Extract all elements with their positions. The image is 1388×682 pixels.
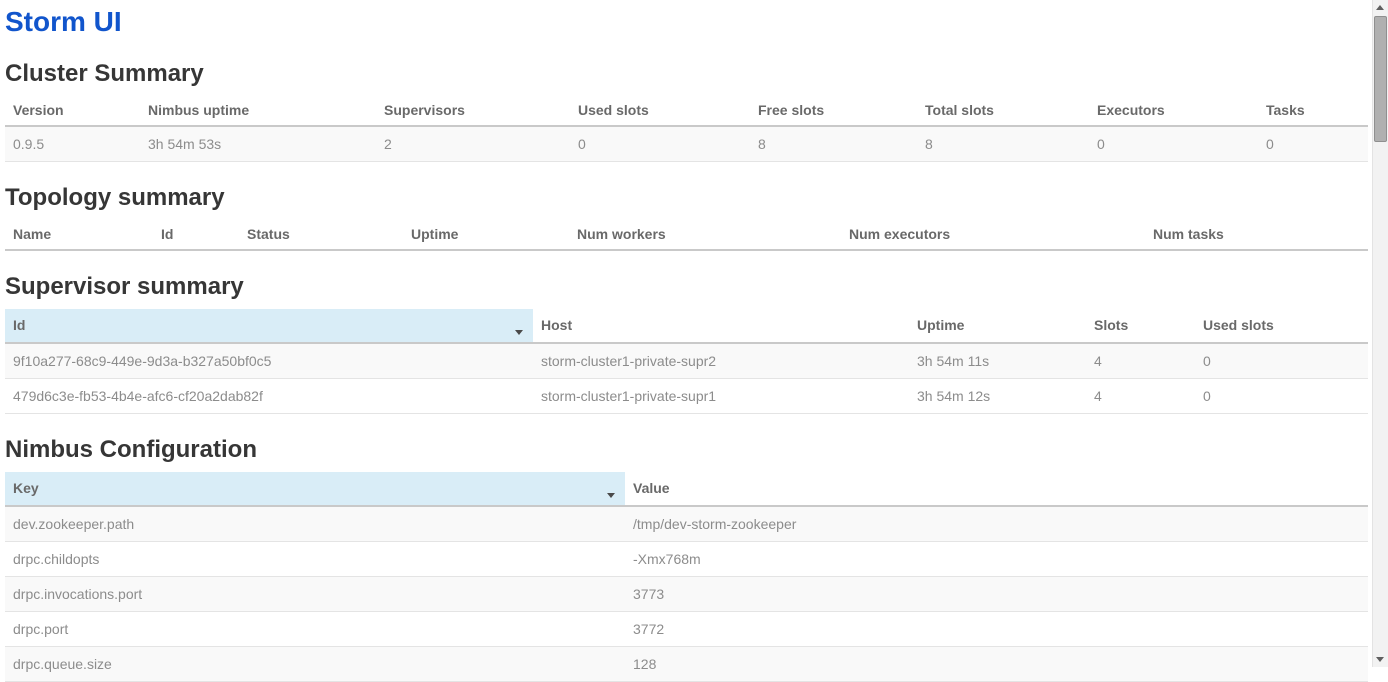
column-header-num-workers[interactable]: Num workers <box>569 220 841 250</box>
supervisor-row: 9f10a277-68c9-449e-9d3a-b327a50bf0c5 sto… <box>5 343 1368 379</box>
config-key: dev.zookeeper.path <box>5 506 625 542</box>
supervisor-used-slots-value: 0 <box>1195 379 1368 414</box>
topology-summary-header-row: Name Id Status Uptime Num workers Num ex… <box>5 220 1368 250</box>
cluster-summary-table: Version Nimbus uptime Supervisors Used s… <box>5 96 1368 162</box>
cluster-summary-heading: Cluster Summary <box>5 60 1368 88</box>
config-row: dev.zookeeper.path /tmp/dev-storm-zookee… <box>5 506 1368 542</box>
arrow-down-icon <box>1376 657 1384 662</box>
cluster-nimbus-uptime-value: 3h 54m 53s <box>140 126 376 162</box>
supervisor-used-slots-value: 0 <box>1195 343 1368 379</box>
column-header-free-slots[interactable]: Free slots <box>750 96 917 126</box>
cluster-used-slots-value: 0 <box>570 126 750 162</box>
nimbus-configuration-table: Key Value dev.zookeeper.path /tmp/dev-st… <box>5 472 1368 682</box>
column-header-supervisor-used-slots[interactable]: Used slots <box>1195 309 1368 343</box>
column-header-value[interactable]: Value <box>625 472 1368 506</box>
column-header-supervisor-id-label: Id <box>13 317 25 333</box>
storm-ui-home-link[interactable]: Storm UI <box>5 6 122 37</box>
supervisor-summary-table: Id Host Uptime Slots Used slots 9f10a277… <box>5 309 1368 414</box>
topology-summary-heading: Topology summary <box>5 184 1368 212</box>
supervisor-uptime-value: 3h 54m 11s <box>909 343 1086 379</box>
supervisor-host-value: storm-cluster1-private-supr2 <box>533 343 909 379</box>
config-value: 128 <box>625 647 1368 682</box>
supervisor-id-value: 479d6c3e-fb53-4b4e-afc6-cf20a2dab82f <box>5 379 533 414</box>
column-header-host[interactable]: Host <box>533 309 909 343</box>
column-header-supervisor-id[interactable]: Id <box>5 309 533 343</box>
cluster-supervisors-value: 2 <box>376 126 570 162</box>
topology-summary-table: Name Id Status Uptime Num workers Num ex… <box>5 220 1368 251</box>
supervisor-uptime-value: 3h 54m 12s <box>909 379 1086 414</box>
cluster-free-slots-value: 8 <box>750 126 917 162</box>
sort-descending-icon <box>607 493 615 498</box>
column-header-num-tasks[interactable]: Num tasks <box>1145 220 1368 250</box>
supervisor-summary-heading: Supervisor summary <box>5 273 1368 301</box>
config-key: drpc.port <box>5 612 625 647</box>
column-header-name[interactable]: Name <box>5 220 153 250</box>
column-header-key[interactable]: Key <box>5 472 625 506</box>
config-key: drpc.childopts <box>5 542 625 577</box>
scroll-down-button[interactable] <box>1373 652 1388 667</box>
column-header-id[interactable]: Id <box>153 220 239 250</box>
config-value: -Xmx768m <box>625 542 1368 577</box>
supervisor-row: 479d6c3e-fb53-4b4e-afc6-cf20a2dab82f sto… <box>5 379 1368 414</box>
config-row: drpc.invocations.port 3773 <box>5 577 1368 612</box>
column-header-uptime[interactable]: Uptime <box>403 220 569 250</box>
column-header-key-label: Key <box>13 480 39 496</box>
scroll-up-button[interactable] <box>1373 0 1388 15</box>
supervisor-summary-header-row: Id Host Uptime Slots Used slots <box>5 309 1368 343</box>
nimbus-configuration-header-row: Key Value <box>5 472 1368 506</box>
config-key: drpc.invocations.port <box>5 577 625 612</box>
cluster-version-value: 0.9.5 <box>5 126 140 162</box>
column-header-total-slots[interactable]: Total slots <box>917 96 1089 126</box>
cluster-tasks-value: 0 <box>1258 126 1368 162</box>
supervisor-slots-value: 4 <box>1086 379 1195 414</box>
supervisor-slots-value: 4 <box>1086 343 1195 379</box>
arrow-up-icon <box>1376 5 1384 10</box>
sort-descending-icon <box>515 330 523 335</box>
cluster-total-slots-value: 8 <box>917 126 1089 162</box>
column-header-num-executors[interactable]: Num executors <box>841 220 1145 250</box>
supervisor-host-value: storm-cluster1-private-supr1 <box>533 379 909 414</box>
config-key: drpc.queue.size <box>5 647 625 682</box>
page-title: Storm UI <box>5 6 1368 38</box>
column-header-used-slots[interactable]: Used slots <box>570 96 750 126</box>
column-header-version[interactable]: Version <box>5 96 140 126</box>
config-value: 3772 <box>625 612 1368 647</box>
config-row: drpc.port 3772 <box>5 612 1368 647</box>
supervisor-id-value: 9f10a277-68c9-449e-9d3a-b327a50bf0c5 <box>5 343 533 379</box>
config-value: 3773 <box>625 577 1368 612</box>
vertical-scrollbar[interactable] <box>1372 0 1388 667</box>
config-value: /tmp/dev-storm-zookeeper <box>625 506 1368 542</box>
config-row: drpc.childopts -Xmx768m <box>5 542 1368 577</box>
column-header-slots[interactable]: Slots <box>1086 309 1195 343</box>
cluster-summary-row: 0.9.5 3h 54m 53s 2 0 8 8 0 0 <box>5 126 1368 162</box>
column-header-nimbus-uptime[interactable]: Nimbus uptime <box>140 96 376 126</box>
config-row: drpc.queue.size 128 <box>5 647 1368 682</box>
storm-ui-page: Storm UI Cluster Summary Version Nimbus … <box>0 6 1388 682</box>
nimbus-configuration-heading: Nimbus Configuration <box>5 436 1368 464</box>
column-header-tasks[interactable]: Tasks <box>1258 96 1368 126</box>
cluster-summary-header-row: Version Nimbus uptime Supervisors Used s… <box>5 96 1368 126</box>
cluster-executors-value: 0 <box>1089 126 1258 162</box>
column-header-supervisor-uptime[interactable]: Uptime <box>909 309 1086 343</box>
column-header-supervisors[interactable]: Supervisors <box>376 96 570 126</box>
scrollbar-thumb[interactable] <box>1374 16 1387 142</box>
column-header-executors[interactable]: Executors <box>1089 96 1258 126</box>
column-header-status[interactable]: Status <box>239 220 403 250</box>
